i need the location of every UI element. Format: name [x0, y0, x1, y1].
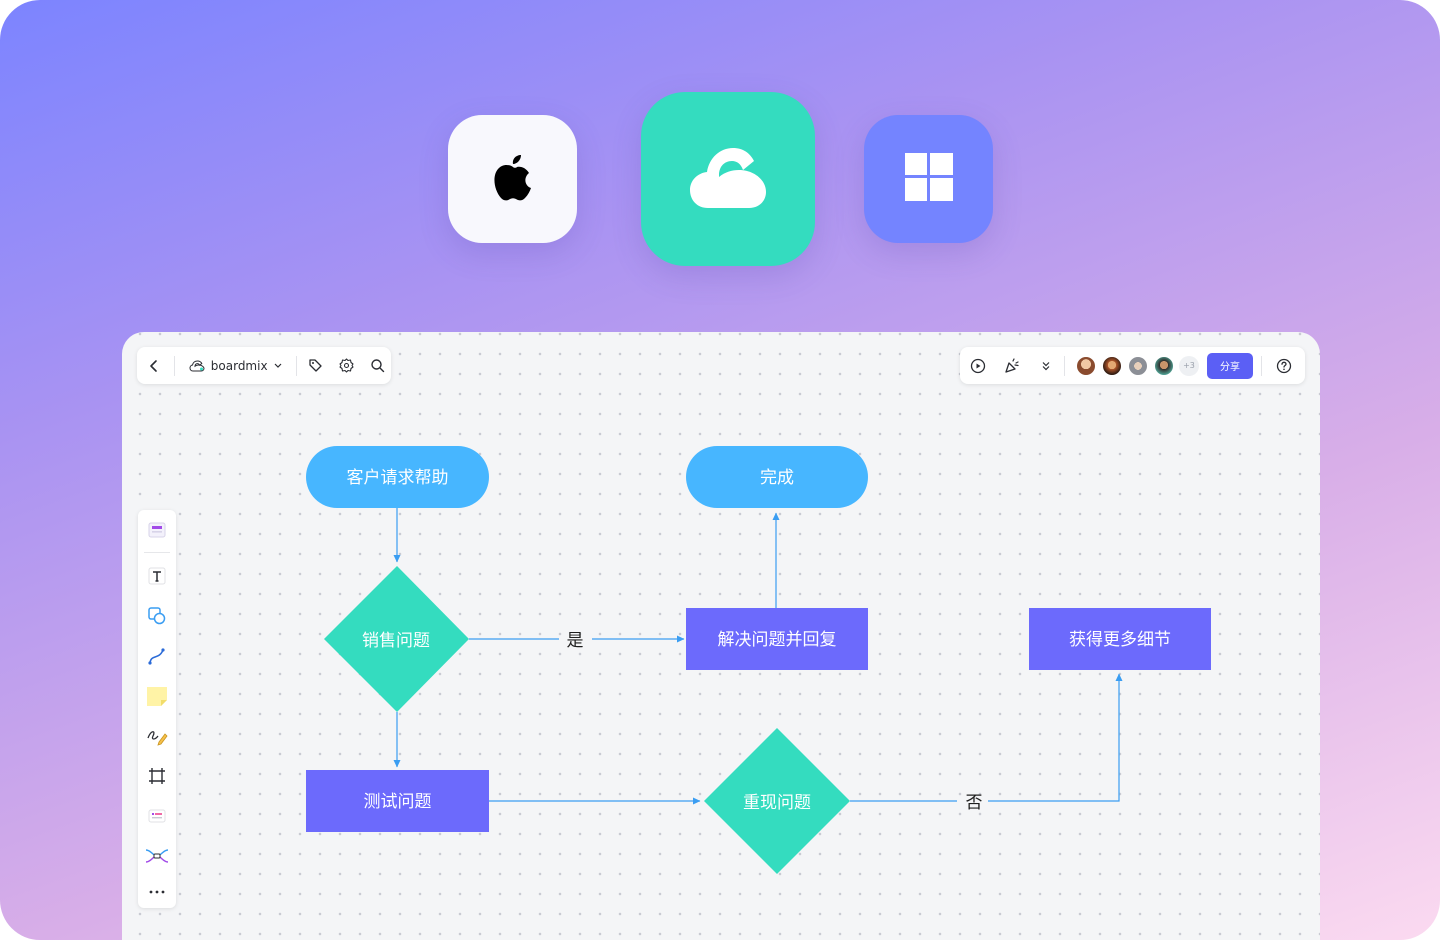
arrow-no-to-details[interactable] [988, 673, 1123, 802]
macos-app-tile[interactable] [448, 115, 577, 243]
windows-icon [904, 153, 953, 205]
node-done-label: 完成 [760, 468, 794, 488]
node-reproduce-label: 重现问题 [743, 793, 811, 813]
node-details-label: 获得更多细节 [1069, 630, 1171, 650]
apple-icon [491, 151, 535, 207]
edge-label-yes: 是 [567, 631, 584, 651]
windows-app-tile[interactable] [864, 115, 993, 243]
web-app-tile[interactable] [641, 92, 815, 266]
node-resolve-label: 解决问题并回复 [718, 630, 837, 650]
node-resolve[interactable]: 解决问题并回复 [686, 608, 868, 670]
node-reproduce[interactable]: 重现问题 [704, 728, 850, 874]
node-test[interactable]: 测试问题 [306, 770, 489, 832]
whiteboard-window: boardmix +3 分享 是 否 客户请求帮助 完成 销售问题 解决问题并回… [122, 332, 1320, 940]
background-frame: boardmix +3 分享 是 否 客户请求帮助 完成 销售问题 解决问题并回… [0, 0, 1440, 940]
node-test-label: 测试问题 [364, 792, 432, 812]
edge-label-no: 否 [966, 793, 983, 813]
node-done[interactable]: 完成 [686, 446, 868, 508]
node-start-label: 客户请求帮助 [347, 468, 449, 488]
flowchart-canvas: 是 否 客户请求帮助 完成 销售问题 解决问题并回复 获得更多细节 测试问题 重… [306, 446, 1211, 874]
node-sales-question[interactable]: 销售问题 [324, 566, 469, 712]
node-details[interactable]: 获得更多细节 [1029, 608, 1211, 670]
cloud-icon [688, 142, 768, 216]
node-sales-question-label: 销售问题 [362, 631, 430, 651]
node-start[interactable]: 客户请求帮助 [306, 446, 489, 508]
